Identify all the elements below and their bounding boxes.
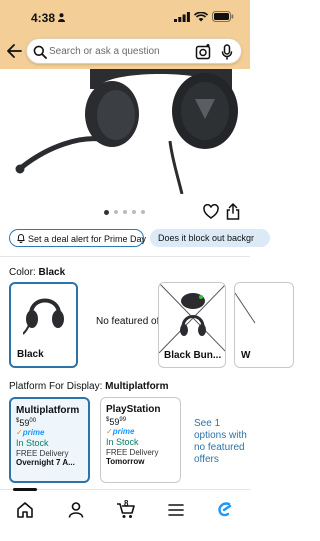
swatch-name: W xyxy=(241,350,251,361)
delivery-text: FREE Delivery xyxy=(16,449,69,458)
headset-thumbnail xyxy=(23,298,64,335)
platform-option-playstation[interactable]: PlayStation $5999 ✓prime In Stock FREE D… xyxy=(100,397,181,483)
back-arrow-icon[interactable] xyxy=(6,42,22,60)
swatch-black-bundle[interactable]: Black Bun... xyxy=(158,282,226,368)
product-image[interactable] xyxy=(0,69,250,194)
divider xyxy=(0,256,250,257)
bundle-thumbnail xyxy=(159,283,225,354)
platform-options: Multiplatform $5900 ✓prime In Stock FREE… xyxy=(0,397,250,487)
search-icon xyxy=(33,45,47,59)
see-options-link[interactable]: See 1 options with no featured offers xyxy=(194,418,250,466)
price-fraction: 00 xyxy=(29,418,37,424)
stock-status: In Stock xyxy=(106,437,139,447)
deal-alert-chip[interactable]: Set a deal alert for Prime Day xyxy=(9,229,147,247)
platform-value: Multiplatform xyxy=(105,381,169,392)
person-icon xyxy=(58,13,65,22)
swatch-black[interactable]: Black xyxy=(9,282,78,368)
swatch-white[interactable]: W xyxy=(234,282,294,368)
active-tab-indicator xyxy=(13,488,37,491)
platform-label-text: Platform For Display: xyxy=(9,381,103,392)
option-price: $5900 xyxy=(16,418,83,428)
swatch-name: Black xyxy=(17,349,44,360)
rufus-assistant-icon[interactable] xyxy=(215,500,235,520)
question-chip[interactable]: Does it block out backgr xyxy=(150,229,270,247)
search-input[interactable]: Search or ask a question xyxy=(26,38,242,64)
search-placeholder: Search or ask a question xyxy=(49,46,160,57)
carousel-dot[interactable] xyxy=(114,210,118,214)
status-icons xyxy=(174,11,234,22)
bottom-tab-bar: 8 xyxy=(0,488,250,541)
prime-badge: ✓prime xyxy=(106,427,175,436)
platform-label: Platform For Display: Multiplatform xyxy=(9,381,168,392)
battery-icon xyxy=(212,11,234,22)
bell-icon xyxy=(17,234,25,243)
wifi-icon xyxy=(194,11,208,21)
cart-count: 8 xyxy=(124,499,129,508)
price-fraction: 99 xyxy=(119,417,127,423)
white-thumbnail xyxy=(235,292,256,324)
carousel-dot[interactable] xyxy=(132,210,136,214)
microphone-icon[interactable] xyxy=(221,44,233,60)
delivery-date: Tomorrow xyxy=(106,457,145,466)
status-time: 4:38 xyxy=(31,11,56,25)
delivery-date: Overnight 7 A... xyxy=(16,458,75,467)
headset-image xyxy=(15,69,238,194)
menu-icon[interactable] xyxy=(166,500,186,520)
option-title: PlayStation xyxy=(106,404,161,415)
color-label: Color: Black xyxy=(9,267,65,278)
carousel-dot[interactable] xyxy=(141,210,145,214)
deal-alert-label: Set a deal alert for Prime Day xyxy=(28,234,147,244)
search-header: Search or ask a question xyxy=(0,33,250,69)
prime-badge: ✓prime xyxy=(16,428,83,437)
price-whole: 59 xyxy=(19,418,30,428)
carousel-dot[interactable] xyxy=(104,209,109,215)
price-whole: 59 xyxy=(109,417,120,427)
platform-option-multiplatform[interactable]: Multiplatform $5900 ✓prime In Stock FREE… xyxy=(9,397,90,483)
account-icon[interactable] xyxy=(66,500,86,520)
color-swatches: Black No featured offers Black Bun... W xyxy=(0,282,294,372)
home-icon[interactable] xyxy=(15,500,35,520)
carousel-dot[interactable] xyxy=(123,210,127,214)
stock-status: In Stock xyxy=(16,438,49,448)
carousel-dots xyxy=(104,209,145,215)
share-icon[interactable] xyxy=(226,203,240,220)
signal-icon xyxy=(174,11,190,22)
status-bar: 4:38 xyxy=(0,0,250,33)
check-icon: ✓ xyxy=(106,427,113,436)
prime-label: prime xyxy=(22,428,45,437)
check-icon: ✓ xyxy=(16,428,23,437)
option-price: $5999 xyxy=(106,417,175,427)
swatch-name: Black Bun... xyxy=(164,350,222,361)
color-value: Black xyxy=(38,267,66,278)
heart-icon[interactable] xyxy=(203,204,219,220)
prime-label: prime xyxy=(112,427,135,436)
camera-scan-icon[interactable] xyxy=(195,44,211,60)
question-label: Does it block out backgr xyxy=(158,233,255,243)
chip-row: Set a deal alert for Prime Day Does it b… xyxy=(0,229,270,249)
option-title: Multiplatform xyxy=(16,405,80,416)
color-label-text: Color: xyxy=(9,267,36,278)
delivery-text: FREE Delivery xyxy=(106,448,159,457)
